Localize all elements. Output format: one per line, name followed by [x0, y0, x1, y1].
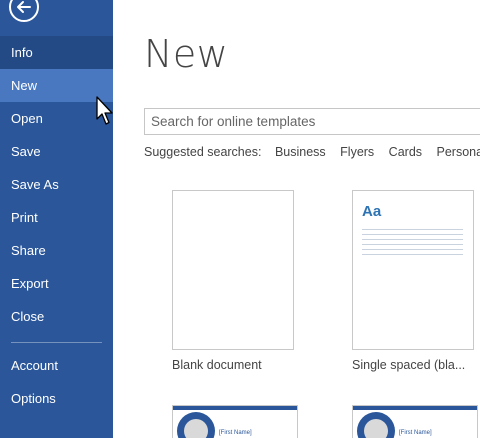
nav-item-save[interactable]: Save	[0, 135, 113, 168]
page-title: New	[144, 32, 229, 76]
backstage-sidebar: Info New Open Save Save As Print Share E…	[0, 0, 113, 438]
suggested-link-personal[interactable]: Personal	[437, 145, 480, 159]
preview-heading: Aa	[362, 203, 382, 220]
nav-item-account[interactable]: Account	[0, 349, 113, 382]
template-blank-document[interactable]: Blank document	[172, 190, 296, 372]
preview-photo-circle	[357, 412, 395, 438]
template-thumbnail[interactable]: Aa	[352, 190, 474, 350]
preview-name-placeholder: [First Name]	[399, 430, 432, 436]
suggested-link-cards[interactable]: Cards	[389, 145, 422, 159]
nav-item-share[interactable]: Share	[0, 234, 113, 267]
nav-item-print[interactable]: Print	[0, 201, 113, 234]
preview-line	[362, 229, 463, 230]
backstage-nav: Info New Open Save Save As Print Share E…	[0, 36, 113, 415]
preview-photo-circle	[177, 412, 215, 438]
preview-band	[173, 406, 297, 410]
preview-name-placeholder: [First Name]	[219, 430, 252, 436]
nav-item-options[interactable]: Options	[0, 382, 113, 415]
template-single-spaced[interactable]: Aa Single spaced (bla...	[352, 190, 476, 372]
preview-line	[362, 249, 463, 250]
mouse-pointer-icon	[96, 96, 113, 125]
template-resume-2[interactable]: [First Name]	[352, 405, 478, 438]
search-input[interactable]	[145, 109, 480, 134]
nav-item-export[interactable]: Export	[0, 267, 113, 300]
suggested-link-business[interactable]: Business	[275, 145, 326, 159]
template-search-box[interactable]	[144, 108, 480, 135]
template-label: Blank document	[172, 358, 262, 372]
nav-divider	[11, 342, 102, 343]
suggested-searches: Suggested searches: Business Flyers Card…	[144, 145, 480, 159]
preview-line	[362, 244, 463, 245]
nav-item-close[interactable]: Close	[0, 300, 113, 333]
nav-item-info[interactable]: Info	[0, 36, 113, 69]
template-label: Single spaced (bla...	[352, 358, 466, 372]
suggested-link-flyers[interactable]: Flyers	[340, 145, 374, 159]
template-resume-1[interactable]: [First Name]	[172, 405, 298, 438]
preview-line	[362, 254, 463, 255]
template-thumbnail[interactable]	[172, 190, 294, 350]
back-arrow-icon	[17, 1, 31, 13]
preview-line	[362, 234, 463, 235]
back-button[interactable]	[9, 0, 39, 22]
suggested-searches-label: Suggested searches:	[144, 145, 262, 159]
preview-line	[362, 239, 463, 240]
nav-item-save-as[interactable]: Save As	[0, 168, 113, 201]
preview-band	[353, 406, 477, 410]
new-document-pane: New Suggested searches: Business Flyers …	[113, 0, 480, 438]
